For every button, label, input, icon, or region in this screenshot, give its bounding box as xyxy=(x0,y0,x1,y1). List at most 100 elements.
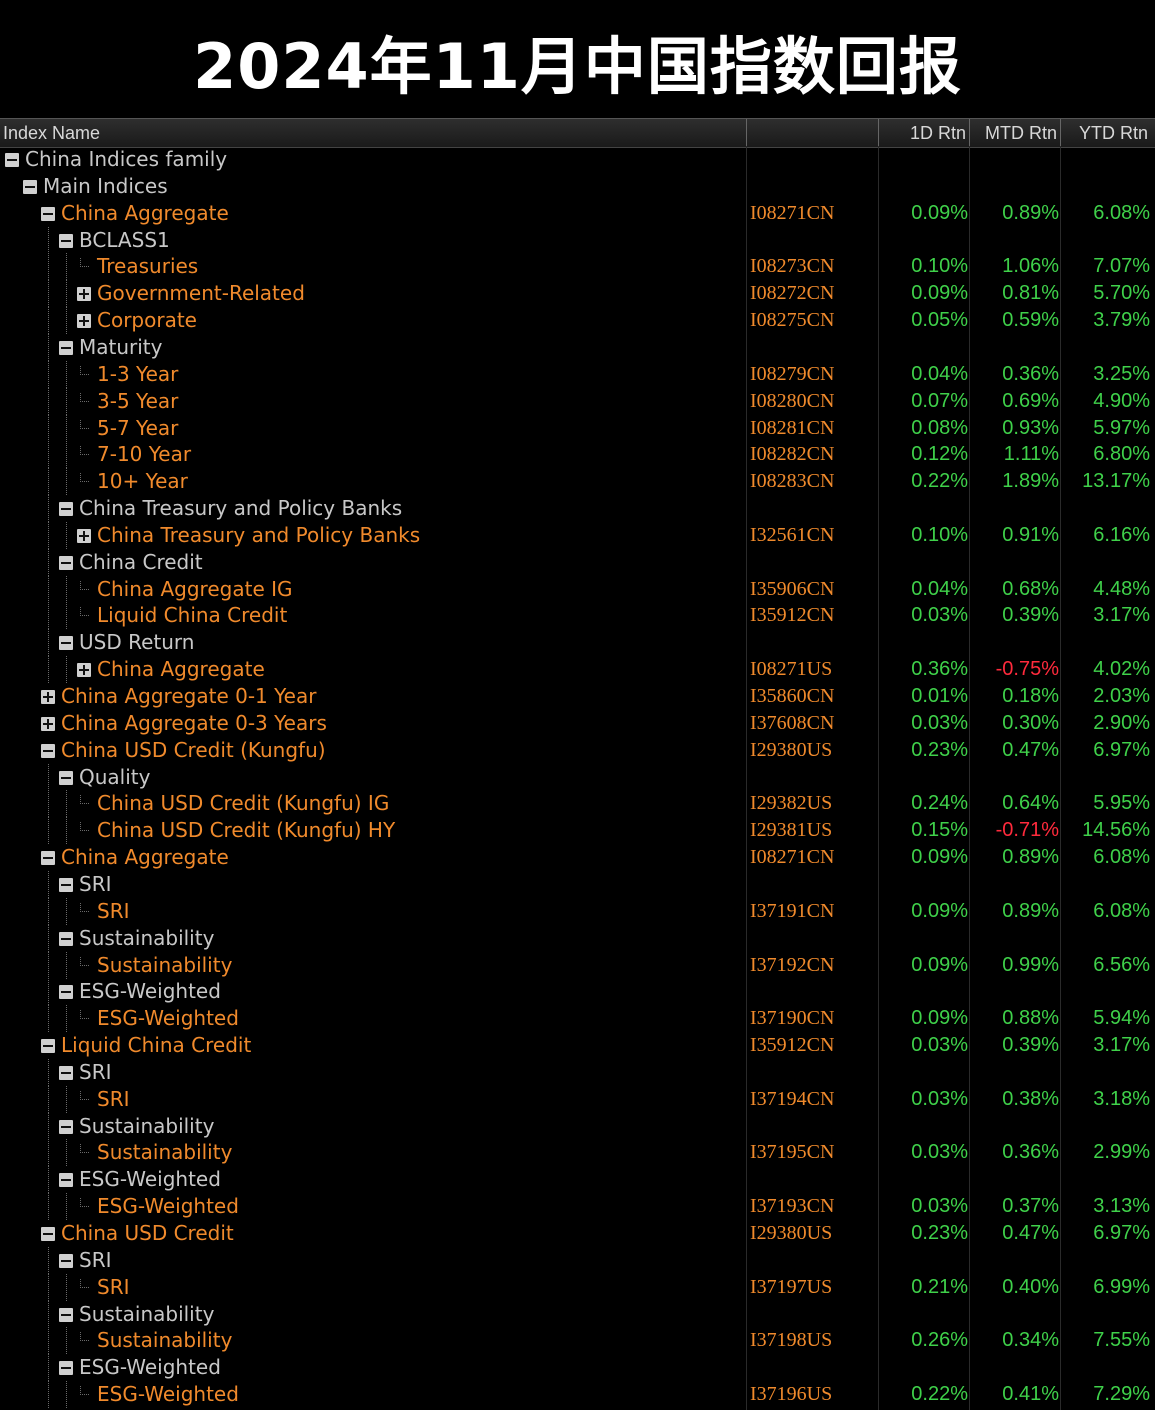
collapse-icon[interactable] xyxy=(59,1253,73,1268)
table-row[interactable]: Sustainability xyxy=(0,1112,1155,1140)
ticker[interactable]: I37195CN xyxy=(750,1139,834,1166)
collapse-icon[interactable] xyxy=(41,1039,55,1054)
ticker[interactable]: I08281CN xyxy=(750,415,834,442)
table-row[interactable]: China Indices family xyxy=(0,146,1155,173)
expand-icon[interactable] xyxy=(77,287,91,302)
expand-icon[interactable] xyxy=(77,528,91,543)
collapse-icon[interactable] xyxy=(59,1307,73,1322)
column-header-index-name[interactable]: Index Name xyxy=(3,119,303,147)
table-row[interactable]: Sustainability I37192CN 0.09% 0.99% 6.56% xyxy=(0,951,1155,979)
ticker[interactable]: I08282CN xyxy=(750,441,834,468)
index-name[interactable]: 10+ Year xyxy=(97,468,188,495)
table-row[interactable]: 10+ Year I08283CN 0.22% 1.89% 13.17% xyxy=(0,468,1155,496)
table-row[interactable]: SRI xyxy=(0,870,1155,898)
index-name[interactable]: 7-10 Year xyxy=(97,441,191,468)
collapse-icon[interactable] xyxy=(41,851,55,866)
table-row[interactable]: China Treasury and Policy Banks xyxy=(0,495,1155,523)
table-row[interactable]: China USD Credit I29380US 0.23% 0.47% 6.97% xyxy=(0,1220,1155,1247)
ticker[interactable]: I08272CN xyxy=(750,280,834,307)
index-name[interactable]: China USD Credit (Kungfu) IG xyxy=(97,790,389,817)
table-row[interactable]: 7-10 Year I08282CN 0.12% 1.11% 6.80% xyxy=(0,441,1155,469)
index-name[interactable]: China Aggregate xyxy=(97,656,265,683)
ticker[interactable]: I08283CN xyxy=(750,468,834,495)
index-name[interactable]: 3-5 Year xyxy=(97,388,178,415)
ticker[interactable]: I37194CN xyxy=(750,1086,834,1113)
ticker[interactable]: I35912CN xyxy=(750,1032,834,1059)
index-name[interactable]: SRI xyxy=(97,898,130,925)
index-name[interactable]: ESG-Weighted xyxy=(97,1005,239,1032)
ticker[interactable]: I08279CN xyxy=(750,361,834,388)
table-row[interactable]: SRI xyxy=(0,1246,1155,1274)
collapse-icon[interactable] xyxy=(59,770,73,785)
column-separator[interactable] xyxy=(878,119,879,147)
expand-icon[interactable] xyxy=(41,690,55,704)
collapse-icon[interactable] xyxy=(59,1119,73,1134)
ticker[interactable]: I08280CN xyxy=(750,388,834,415)
ticker[interactable]: I29381US xyxy=(750,817,832,844)
expand-icon[interactable] xyxy=(77,663,91,678)
table-row[interactable]: China Aggregate I08271CN 0.09% 0.89% 6.08% xyxy=(0,844,1155,871)
collapse-icon[interactable] xyxy=(59,877,73,892)
table-row[interactable]: Government-Related I08272CN 0.09% 0.81% 5.70… xyxy=(0,280,1155,308)
column-separator[interactable] xyxy=(969,119,970,147)
index-name[interactable]: ESG-Weighted xyxy=(97,1381,239,1408)
collapse-icon[interactable] xyxy=(59,1361,73,1376)
index-name[interactable]: SRI xyxy=(97,1086,130,1113)
collapse-icon[interactable] xyxy=(59,1173,73,1188)
index-name[interactable]: China Aggregate IG xyxy=(97,576,293,603)
table-row[interactable]: China Aggregate 0-3 Years I37608CN 0.03% 0.… xyxy=(0,710,1155,737)
column-header-ticker[interactable] xyxy=(750,119,870,147)
index-name[interactable]: Sustainability xyxy=(97,1327,232,1354)
table-row[interactable]: Quality xyxy=(0,763,1155,791)
table-row[interactable]: 5-7 Year I08281CN 0.08% 0.93% 5.97% xyxy=(0,414,1155,442)
table-row[interactable]: 3-5 Year I08280CN 0.07% 0.69% 4.90% xyxy=(0,387,1155,415)
table-row[interactable]: ESG-Weighted xyxy=(0,978,1155,1006)
index-name[interactable]: China USD Credit (Kungfu) xyxy=(61,737,326,764)
index-name[interactable]: China USD Credit (Kungfu) HY xyxy=(97,817,395,844)
index-name[interactable]: China Aggregate 0-1 Year xyxy=(61,683,316,710)
ticker[interactable]: I08273CN xyxy=(750,253,834,280)
index-name[interactable]: Sustainability xyxy=(97,952,232,979)
table-row[interactable]: ESG-Weighted xyxy=(0,1354,1155,1382)
ticker[interactable]: I37196US xyxy=(750,1381,832,1408)
ticker[interactable]: I29382US xyxy=(750,790,832,817)
index-name[interactable]: Government-Related xyxy=(97,280,305,307)
index-name[interactable]: ESG-Weighted xyxy=(97,1193,239,1220)
collapse-icon[interactable] xyxy=(59,931,73,946)
index-name[interactable]: China Aggregate xyxy=(61,200,229,227)
index-name[interactable]: Liquid China Credit xyxy=(61,1032,251,1059)
ticker[interactable]: I35912CN xyxy=(750,602,834,629)
table-row[interactable]: SRI I37194CN 0.03% 0.38% 3.18% xyxy=(0,1085,1155,1113)
table-row[interactable]: China Aggregate I08271US 0.36% -0.75% 4.02% xyxy=(0,656,1155,684)
index-name[interactable]: China Treasury and Policy Banks xyxy=(97,522,420,549)
table-row[interactable]: 1-3 Year I08279CN 0.04% 0.36% 3.25% xyxy=(0,360,1155,388)
ticker[interactable]: I32561CN xyxy=(750,522,834,549)
collapse-icon[interactable] xyxy=(41,206,55,221)
index-name[interactable]: China Aggregate xyxy=(61,844,229,871)
ticker[interactable]: I35906CN xyxy=(750,576,834,603)
ticker[interactable]: I37193CN xyxy=(750,1193,834,1220)
ticker[interactable]: I08275CN xyxy=(750,307,834,334)
column-header-ytd-return[interactable]: YTD Rtn xyxy=(1062,119,1148,147)
index-name[interactable]: 5-7 Year xyxy=(97,415,178,442)
table-row[interactable]: China Credit xyxy=(0,548,1155,576)
table-row[interactable]: ESG-Weighted I37196US 0.22% 0.41% 7.29% xyxy=(0,1381,1155,1409)
ticker[interactable]: I29380US xyxy=(750,737,832,764)
table-row[interactable]: China USD Credit (Kungfu) IG I29382US 0.24… xyxy=(0,790,1155,818)
table-row[interactable]: Main Indices xyxy=(0,173,1155,200)
collapse-icon[interactable] xyxy=(5,153,19,167)
ticker[interactable]: I37197US xyxy=(750,1274,832,1301)
table-row[interactable]: ESG-Weighted I37190CN 0.09% 0.88% 5.94% xyxy=(0,1005,1155,1033)
index-name[interactable]: 1-3 Year xyxy=(97,361,178,388)
ticker[interactable]: I08271CN xyxy=(750,200,834,227)
table-row[interactable]: USD Return xyxy=(0,629,1155,657)
index-name[interactable]: Sustainability xyxy=(97,1139,232,1166)
table-row[interactable]: China USD Credit (Kungfu) I29380US 0.23% 0.… xyxy=(0,737,1155,764)
table-row[interactable]: China Aggregate IG I35906CN 0.04% 0.68% 4.48… xyxy=(0,575,1155,603)
table-row[interactable]: Liquid China Credit I35912CN 0.03% 0.39% 3.1… xyxy=(0,1032,1155,1059)
collapse-icon[interactable] xyxy=(59,1065,73,1080)
table-row[interactable]: SRI xyxy=(0,1058,1155,1086)
column-header-1d-return[interactable]: 1D Rtn xyxy=(880,119,966,147)
ticker[interactable]: I37608CN xyxy=(750,710,834,737)
table-row[interactable]: China Treasury and Policy Banks I32561CN 0… xyxy=(0,521,1155,549)
